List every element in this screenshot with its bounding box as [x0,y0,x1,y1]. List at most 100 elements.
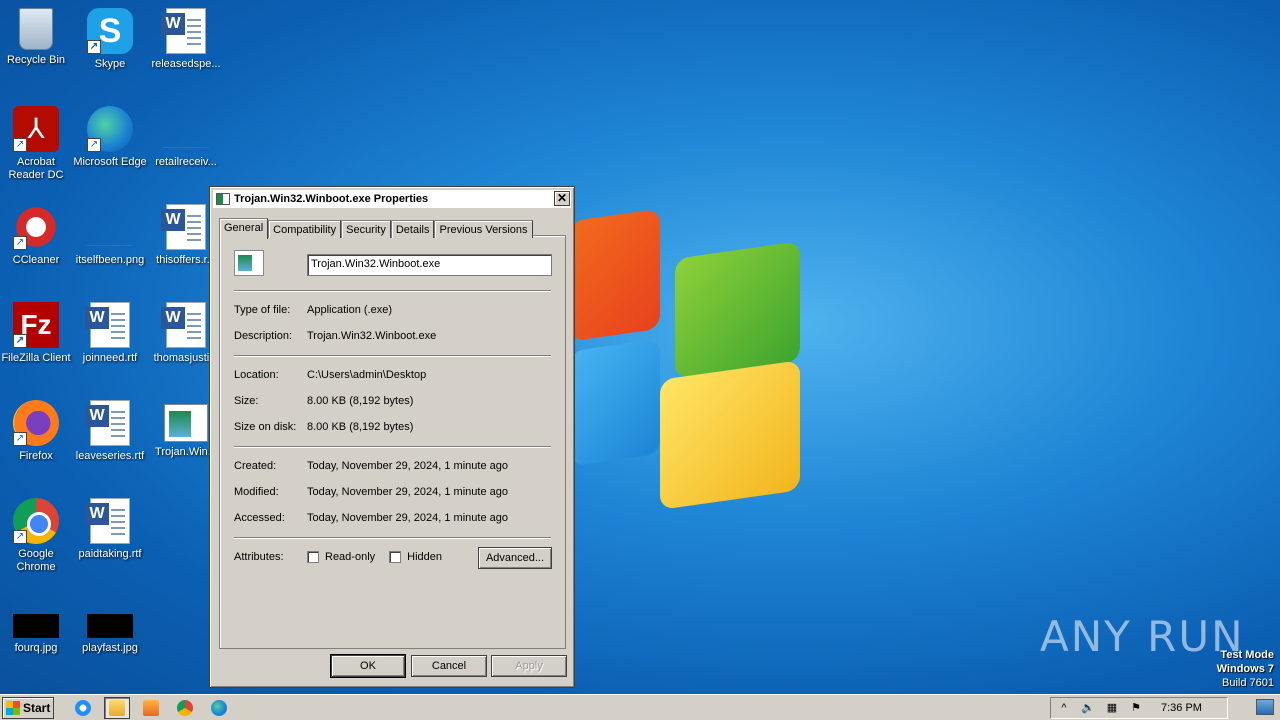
size-on-disk-label: Size on disk: [234,421,297,433]
media-player-icon [143,699,159,716]
tab-compatibility[interactable]: Compatibility [268,220,342,238]
file-name-field[interactable]: Trojan.Win32.Winboot.exe [307,254,552,276]
logo-pane-yellow [660,360,800,510]
speaker-icon[interactable]: 🔈 [1081,701,1095,715]
desktop-icon-acrobat[interactable]: ⅄ ↗ Acrobat Reader DC [0,106,74,182]
tray-expand-icon[interactable]: ^ [1057,701,1071,715]
location-row: Location: C:\Users\admin\Desktop [234,369,426,381]
readonly-label: Read-only [325,551,376,563]
size-value: 8.00 KB (8,192 bytes) [307,395,414,407]
desktop-icon-skype[interactable]: S ↗ Skype [72,8,148,71]
cancel-button[interactable]: Cancel [411,655,487,677]
taskbar-edge[interactable] [206,697,232,719]
desktop-icon-label: CCleaner [12,254,60,266]
desktop-icon-recycle-bin[interactable]: Recycle Bin [0,8,74,67]
skype-icon: S ↗ [87,8,133,54]
windows-logo-wallpaper [560,208,820,520]
desktop-icon-label: FileZilla Client [1,352,71,364]
checkbox-box[interactable] [389,551,402,563]
network-icon[interactable]: ▦ [1105,701,1119,715]
type-value: Application (.exe) [307,304,392,316]
desktop-icon-label: fourq.jpg [14,642,58,654]
image-icon [87,204,133,250]
desktop-icon-leaveseries[interactable]: W leaveseries.rtf [72,400,148,463]
desktop-icon-label: joinneed.rtf [82,352,138,364]
shortcut-arrow-icon: ↗ [87,40,101,54]
desktop-icon-playfast[interactable]: playfast.jpg [72,600,148,655]
exe-icon [216,193,230,205]
modified-row: Modified: Today, November 29, 2024, 1 mi… [234,486,508,498]
monitor-icon[interactable] [1256,699,1274,715]
created-row: Created: Today, November 29, 2024, 1 min… [234,460,508,472]
filezilla-icon: Fz ↗ [13,302,59,348]
desktop-icon-edge[interactable]: ↗ Microsoft Edge [72,106,148,169]
dialog-titlebar[interactable]: Trojan.Win32.Winboot.exe Properties ✕ [213,190,571,208]
image-icon [13,614,59,638]
description-row: Description: Trojan.Win32.Winboot.exe [234,330,436,342]
desktop-icon-label: releasedspe... [151,58,221,70]
action-center-flag-icon[interactable]: ⚑ [1129,701,1143,715]
tab-details[interactable]: Details [390,220,435,238]
desktop-icon-label: Skype [94,58,126,70]
separator [234,446,551,448]
windows-version-line: Windows 7 [1216,663,1274,675]
modified-value: Today, November 29, 2024, 1 minute ago [307,486,508,498]
desktop-icon-label: Microsoft Edge [73,156,147,168]
tab-security[interactable]: Security [341,220,391,238]
acrobat-icon: ⅄ ↗ [13,106,59,152]
exe-icon [234,250,264,276]
tab-previous-versions[interactable]: Previous Versions [434,220,533,238]
accessed-label: Accessed: [234,512,285,524]
readonly-checkbox[interactable]: Read-only [307,551,375,563]
edge-icon [211,699,227,716]
ok-button[interactable]: OK [330,654,406,678]
desktop-icon-joinneed[interactable]: W joinneed.rtf [72,302,148,365]
desktop-icon-firefox[interactable]: ↗ Firefox [0,400,74,463]
test-mode-line: Test Mode [1220,649,1274,661]
tab-strip: General Compatibility Security Details P… [219,218,571,239]
separator [234,537,551,539]
desktop-icon-filezilla[interactable]: Fz ↗ FileZilla Client [0,302,74,365]
advanced-button[interactable]: Advanced... [478,547,552,569]
desktop-icon-releasedspe[interactable]: W releasedspe... [148,8,224,71]
firefox-icon: ↗ [13,400,59,446]
type-row: Type of file: Application (.exe) [234,304,392,316]
taskbar-ie[interactable] [70,697,96,719]
taskbar-media-player[interactable] [138,697,164,719]
type-label: Type of file: [234,304,291,316]
ccleaner-icon: ↗ [13,204,59,250]
word-document-icon: W [161,204,206,250]
exe-icon [164,404,208,442]
taskbar-explorer[interactable] [104,696,130,719]
desktop-icon-label: Firefox [19,450,53,462]
tab-general[interactable]: General [219,218,269,239]
desktop-icon-itselfbeen[interactable]: itselfbeen.png [72,204,148,267]
desktop-icon-retailreceiv[interactable]: retailreceiv... [148,106,224,169]
apply-button[interactable]: Apply [491,655,567,677]
windows-flag-icon [6,700,20,715]
internet-explorer-icon [75,699,91,716]
desktop-icon-label: Acrobat Reader DC [8,156,64,181]
attributes-label: Attributes: [234,551,284,563]
desktop-icon-ccleaner[interactable]: ↗ CCleaner [0,204,74,267]
properties-dialog: Trojan.Win32.Winboot.exe Properties ✕ Ge… [209,186,575,688]
size-row: Size: 8.00 KB (8,192 bytes) [234,395,413,407]
desktop-icon-label: Recycle Bin [6,54,66,66]
folder-icon [109,699,125,716]
checkbox-box[interactable] [307,551,319,563]
hidden-checkbox[interactable]: Hidden [389,551,442,563]
clock[interactable]: 7:36 PM [1161,702,1202,714]
desktop-icon-chrome[interactable]: ↗ Google Chrome [0,498,74,574]
image-icon [87,614,133,638]
close-button[interactable]: ✕ [554,191,570,206]
anyrun-watermark: ANY RUN [1040,612,1245,661]
start-button[interactable]: Start [2,696,54,719]
size-label: Size: [234,395,259,407]
taskbar-chrome[interactable] [172,697,198,719]
desktop-icon-fourq[interactable]: fourq.jpg [0,600,74,655]
separator [234,290,551,292]
shortcut-arrow-icon: ↗ [13,138,27,152]
word-document-icon: W [161,8,206,54]
desktop-icon-paidtaking[interactable]: W paidtaking.rtf [72,498,148,561]
desktop-icon-label: retailreceiv... [155,156,217,168]
